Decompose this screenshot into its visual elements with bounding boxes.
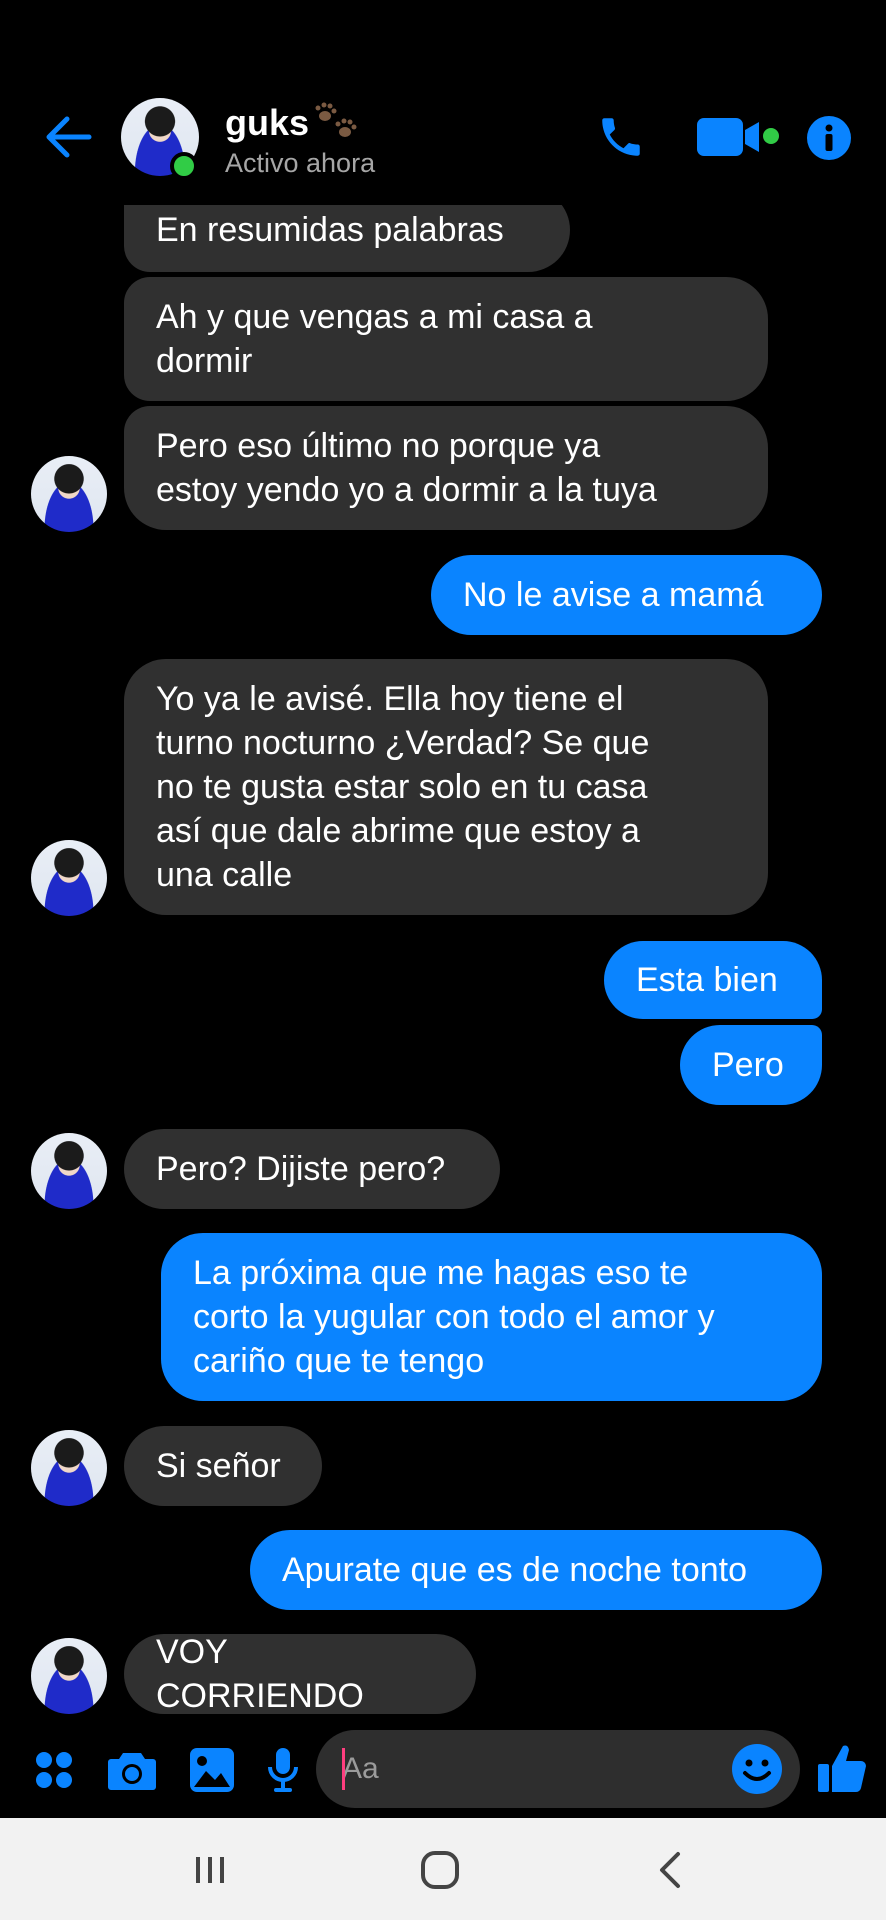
contact-avatar-small[interactable] <box>31 840 107 916</box>
microphone-icon[interactable] <box>264 1748 302 1792</box>
recent-apps-icon[interactable] <box>180 1842 240 1898</box>
message-bubble-incoming[interactable]: Si señor <box>124 1426 322 1506</box>
contact-name-text: guks <box>225 102 310 143</box>
message-composer <box>0 1718 886 1818</box>
message-input[interactable] <box>316 1730 800 1808</box>
image-icon[interactable] <box>188 1748 236 1792</box>
contact-status: Activo ahora <box>225 148 376 178</box>
system-navigation-bar <box>0 1818 886 1920</box>
back-arrow-icon[interactable] <box>40 112 96 162</box>
contact-avatar-small[interactable] <box>31 456 107 532</box>
message-bubble-incoming[interactable]: Yo ya le avisé. Ella hoy tiene el turno … <box>124 659 768 915</box>
video-camera-icon[interactable] <box>695 114 781 160</box>
emoji-icon[interactable] <box>730 1742 784 1796</box>
contact-avatar-small[interactable] <box>31 1638 107 1714</box>
text-cursor <box>342 1748 345 1790</box>
camera-icon[interactable] <box>106 1748 158 1792</box>
message-bubble-outgoing[interactable]: Apurate que es de noche tonto <box>250 1530 822 1610</box>
message-bubble-incoming[interactable]: Ah y que vengas a mi casa a dormir <box>124 277 768 401</box>
back-nav-icon[interactable] <box>640 1842 700 1898</box>
contact-avatar-small[interactable] <box>31 1133 107 1209</box>
home-icon[interactable] <box>410 1842 470 1898</box>
online-indicator <box>170 152 198 180</box>
message-bubble-incoming[interactable]: VOY CORRIENDO <box>124 1633 476 1715</box>
paw-prints-icon <box>313 102 359 142</box>
message-bubble-incoming[interactable]: Pero? Dijiste pero? <box>124 1129 500 1209</box>
message-bubble-outgoing[interactable]: Esta bien <box>604 941 822 1019</box>
contact-avatar-small[interactable] <box>31 1430 107 1506</box>
info-icon[interactable] <box>805 114 853 162</box>
message-bubble-outgoing[interactable]: No le avise a mamá <box>431 555 822 635</box>
thumbs-up-icon[interactable] <box>816 1740 868 1796</box>
phone-icon[interactable] <box>594 110 648 164</box>
grid-dots-icon[interactable] <box>32 1748 76 1792</box>
conversation-header: guks Activo ahora <box>0 0 886 205</box>
message-bubble-outgoing[interactable]: Pero <box>680 1025 822 1105</box>
message-bubble-outgoing[interactable]: La próxima que me hagas eso te corto la … <box>161 1233 822 1401</box>
contact-name[interactable]: guks <box>225 102 359 144</box>
message-bubble-incoming[interactable]: Pero eso último no porque ya estoy yendo… <box>124 406 768 530</box>
